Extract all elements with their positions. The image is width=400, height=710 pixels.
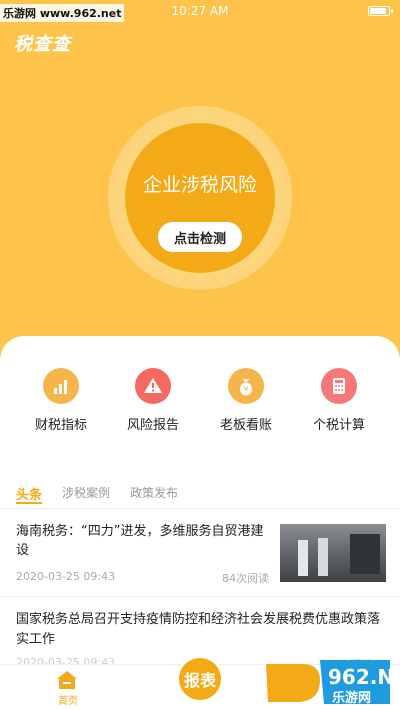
home-icon[interactable] — [56, 670, 78, 690]
quick-action-label: 个税计算 — [312, 418, 365, 433]
detect-button[interactable]: 点击检测 — [158, 222, 242, 252]
quick-action-boss-ledger[interactable]: ¥ 老板看账 — [201, 368, 291, 433]
calculator-icon — [321, 368, 357, 404]
news-item-reads: 84次阅读 — [222, 572, 269, 585]
quick-action-label: 老板看账 — [219, 418, 272, 433]
money-bag-icon: ¥ — [228, 368, 264, 404]
active-tab-indicator — [16, 502, 42, 504]
news-item-title[interactable]: 海南税务：“四力”进发，多维服务自贸港建设 — [16, 522, 272, 560]
tab-home-label[interactable]: 首页 — [58, 692, 78, 707]
watermark-bottom-text: 乐游网 — [332, 691, 372, 706]
battery-icon — [368, 6, 393, 16]
watermark-logo: 962.NET — [266, 660, 394, 704]
tab-headlines[interactable]: 头条 — [16, 484, 42, 503]
svg-text:962.NET: 962.NET — [328, 665, 394, 689]
news-item-title[interactable]: 国家税务总局召开支持疫情防控和经济社会发展税费优惠政策落实工作 — [16, 610, 386, 650]
quick-action-label: 风险报告 — [126, 418, 179, 433]
bar-chart-icon — [43, 368, 79, 404]
news-item-date: 2020-03-25 09:43 — [16, 570, 116, 583]
report-fab-button[interactable]: 报表 — [176, 655, 224, 703]
quick-action-label: 财税指标 — [34, 418, 87, 433]
site-watermark: 乐游网 www.962.net — [0, 4, 125, 22]
quick-action-risk-report[interactable]: 风险报告 — [108, 368, 198, 433]
quick-action-tax-calculator[interactable]: 个税计算 — [294, 368, 384, 433]
risk-title: 企业涉税风险 — [142, 174, 257, 196]
tab-tax-cases[interactable]: 涉税案例 — [62, 484, 110, 501]
svg-text:¥: ¥ — [243, 385, 248, 394]
divider — [0, 596, 400, 597]
tab-policy-release[interactable]: 政策发布 — [130, 484, 178, 501]
warning-icon — [135, 368, 171, 404]
news-item-thumbnail[interactable] — [280, 524, 386, 582]
app-title: 税查查 — [14, 34, 71, 55]
quick-action-tax-indicators[interactable]: 财税指标 — [16, 368, 106, 433]
divider — [0, 508, 400, 509]
